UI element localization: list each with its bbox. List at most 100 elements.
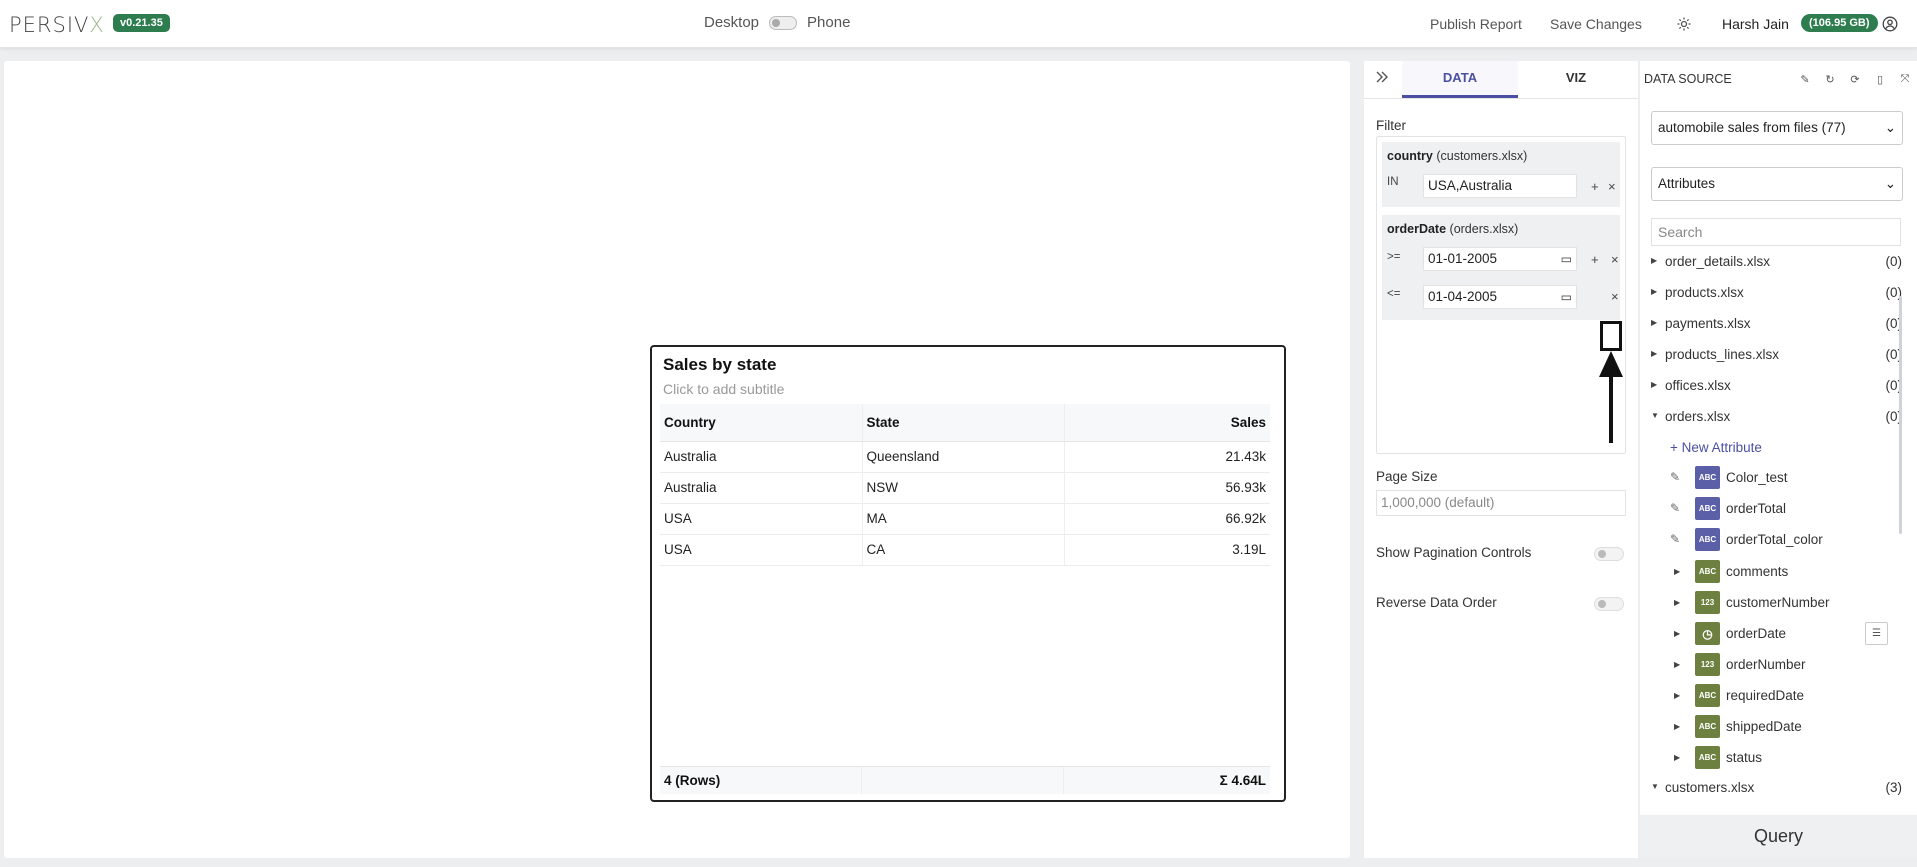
calendar-icon[interactable]: ▭ [1561,248,1572,270]
pencil-icon[interactable]: ✎ [1670,470,1680,484]
user-name[interactable]: Harsh Jain [1722,16,1789,32]
table-cell: 3.19L [1064,534,1270,566]
date-type-icon: ◷ [1695,622,1720,645]
caret-right-icon[interactable]: ▶ [1674,567,1680,576]
attribute-search-input[interactable]: Search [1651,218,1901,246]
caret-right-icon[interactable]: ▶ [1651,349,1657,358]
table-item[interactable]: ▶ payments.xlsx (0) [1640,313,1902,337]
table-cell: Australia [660,441,863,473]
user-account-icon[interactable] [1880,14,1900,34]
filter-value-input[interactable]: USA,Australia [1423,174,1577,198]
remove-filter-button[interactable]: × [1611,252,1619,267]
table-item[interactable]: ▶ products.xlsx (0) [1640,282,1902,306]
filter-icon[interactable]: ☰ [1865,622,1888,645]
remove-filter-button[interactable]: × [1608,179,1616,194]
remove-filter-button[interactable]: × [1611,289,1619,304]
caret-down-icon[interactable]: ▼ [1651,782,1659,791]
table-item-expanded[interactable]: ▼ orders.xlsx (0) [1640,406,1902,430]
tab-data[interactable]: DATA [1402,61,1518,98]
phone-label: Phone [807,14,851,31]
app-logo: PERSIVX [9,13,105,37]
attribute-scrollbar[interactable] [1899,296,1902,534]
storage-badge: (106.95 GB) [1801,14,1878,32]
table-cell: 56.93k [1064,472,1270,504]
attribute-item[interactable]: ▶ ABC requiredDate [1640,684,1902,710]
widget-subtitle[interactable]: Click to add subtitle [663,381,784,397]
reverse-order-toggle[interactable] [1594,597,1624,611]
column-header-sales[interactable]: Sales [1064,404,1270,442]
pagination-toggle[interactable] [1594,547,1624,561]
widget-title[interactable]: Sales by state [663,355,776,375]
sync-icon[interactable]: ⟳ [1847,71,1863,87]
query-button[interactable]: Query [1640,815,1917,858]
table-cell: NSW [862,472,1065,504]
table-cell: CA [862,534,1065,566]
date-input-from[interactable]: 01-01-2005 ▭ [1423,247,1577,271]
pencil-icon[interactable]: ✎ [1670,532,1680,546]
chevron-down-icon: ⌄ [1884,120,1896,135]
new-attribute-button[interactable]: + New Attribute [1670,440,1762,455]
filter-box: country (customers.xlsx) IN USA,Australi… [1376,136,1626,454]
attribute-item[interactable]: ▶ ABC comments [1640,560,1902,586]
add-filter-value-button[interactable]: + [1591,179,1599,194]
table-cell: Queensland [862,441,1065,473]
attribute-item[interactable]: ▶ 123 customerNumber [1640,591,1902,617]
caret-right-icon[interactable]: ▶ [1674,753,1680,762]
caret-right-icon[interactable]: ▶ [1674,660,1680,669]
save-changes-button[interactable]: Save Changes [1550,16,1642,32]
caret-right-icon[interactable]: ▶ [1674,722,1680,731]
filter-operator[interactable]: >= [1387,251,1400,263]
config-panel: DATA VIZ Filter country (customers.xlsx)… [1364,61,1638,858]
view-select[interactable]: Attributes ⌄ [1651,167,1903,201]
gear-icon[interactable] [1674,14,1694,34]
page-size-label: Page Size [1376,469,1438,484]
collapse-panel-icon[interactable] [1374,69,1390,90]
table-item[interactable]: ▶ products_lines.xlsx (0) [1640,344,1902,368]
attribute-item[interactable]: ✎ ABC orderTotal_color [1640,528,1902,554]
column-header-country[interactable]: Country [660,404,863,442]
add-date-filter-button[interactable]: + [1591,252,1599,267]
calendar-icon[interactable]: ▭ [1561,286,1572,308]
attribute-item[interactable]: ✎ ABC orderTotal [1640,497,1902,523]
caret-down-icon[interactable]: ▼ [1651,411,1659,420]
chevron-down-icon: ⌄ [1884,176,1896,191]
caret-right-icon[interactable]: ▶ [1651,318,1657,327]
model-icon[interactable]: ⤧ [1897,71,1913,87]
attribute-item[interactable]: ▶ ABC status [1640,746,1902,772]
attribute-item[interactable]: ▶ ABC shippedDate [1640,715,1902,741]
text-type-icon: ABC [1695,560,1720,583]
caret-right-icon[interactable]: ▶ [1674,598,1680,607]
refresh-icon[interactable]: ↻ [1822,71,1838,87]
caret-right-icon[interactable]: ▶ [1674,691,1680,700]
tabs-divider [1364,98,1638,99]
edit-icon[interactable]: ✎ [1797,71,1813,87]
attribute-item[interactable]: ✎ ABC Color_test [1640,466,1902,492]
caret-right-icon[interactable]: ▶ [1651,287,1657,296]
number-type-icon: 123 [1695,591,1720,614]
attribute-item[interactable]: ▶ 123 orderNumber [1640,653,1902,679]
table-item-expanded[interactable]: ▼ customers.xlsx (3) [1640,777,1902,801]
table-item[interactable]: ▶ order_details.xlsx (0) [1640,251,1902,275]
text-type-icon: ABC [1695,746,1720,769]
document-icon[interactable]: ▯ [1872,71,1888,87]
page-size-input[interactable]: 1,000,000 (default) [1376,490,1626,516]
table-cell: Australia [660,472,863,504]
filter-operator[interactable]: IN [1387,176,1399,188]
caret-right-icon[interactable]: ▶ [1651,256,1657,265]
caret-right-icon[interactable]: ▶ [1651,380,1657,389]
column-header-state[interactable]: State [862,404,1065,442]
table-widget[interactable]: Sales by state Click to add subtitle Cou… [650,345,1286,802]
pencil-icon[interactable]: ✎ [1670,501,1680,515]
device-toggle[interactable] [769,15,798,30]
date-input-to[interactable]: 01-04-2005 ▭ [1423,285,1577,309]
attribute-item[interactable]: ▶ ◷ orderDate ☰ [1640,622,1902,648]
filter-group-orderdate: orderDate (orders.xlsx) >= 01-01-2005 ▭ +… [1382,215,1620,320]
table-item[interactable]: ▶ offices.xlsx (0) [1640,375,1902,399]
filter-operator[interactable]: <= [1387,288,1400,300]
caret-right-icon[interactable]: ▶ [1674,629,1680,638]
tab-viz[interactable]: VIZ [1518,61,1634,98]
data-source-select[interactable]: automobile sales from files (77) ⌄ [1651,111,1903,145]
data-source-toolbar: ✎ ↻ ⟳ ▯ ⤧ [1797,71,1913,87]
canvas-scroll-strip [1350,61,1362,858]
publish-report-button[interactable]: Publish Report [1430,16,1522,32]
